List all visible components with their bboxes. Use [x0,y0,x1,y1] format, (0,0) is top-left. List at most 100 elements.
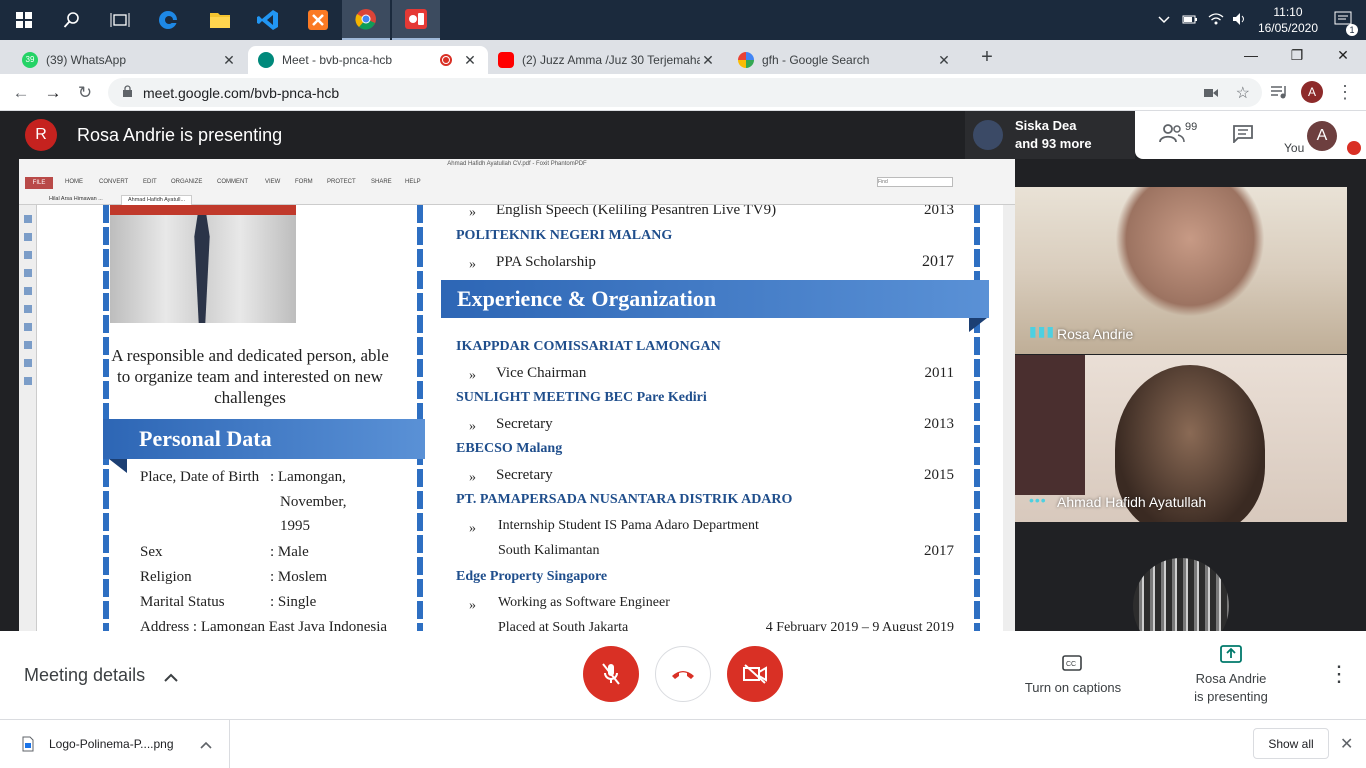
xampp-icon[interactable] [294,0,342,40]
chevron-right-icon: » [469,257,476,272]
cv-border-right [974,205,980,631]
captions-button[interactable]: Turn on captions [1010,679,1136,697]
chevron-right-icon: » [469,470,476,485]
windows-start-icon[interactable] [0,0,48,40]
pdf-menu-item[interactable]: HELP [405,179,421,185]
search-icon[interactable] [48,0,96,40]
pdf-tool-icon[interactable] [24,359,32,367]
clock[interactable]: 11:10 16/05/2020 [1258,4,1318,36]
lock-icon[interactable] [122,84,133,101]
tab-meet[interactable]: Meet - bvb-pnca-hcb ✕ [248,46,488,74]
leave-call-button[interactable] [655,646,711,702]
participants-preview[interactable]: Siska Dea and 93 more [965,111,1135,159]
participant-name: Siska Dea [1015,118,1077,133]
cv-role: Secretary [496,467,553,483]
more-vert-icon[interactable]: ⋮ [1336,82,1354,103]
file-explorer-icon[interactable] [196,0,244,40]
battery-icon[interactable] [1182,13,1198,28]
pdf-tool-icon[interactable] [24,323,32,331]
notification-center-icon[interactable]: 1 [1334,11,1358,36]
close-icon[interactable]: ✕ [1340,734,1353,754]
forward-button[interactable]: → [40,80,66,106]
pdf-tool-icon[interactable] [24,269,32,277]
participant-tile[interactable]: ••• Ahmad Hafidh Ayatullah [1015,355,1347,522]
chevron-up-icon[interactable] [200,736,212,754]
participant-tile[interactable] [1015,522,1347,631]
pdf-tool-icon[interactable] [24,305,32,313]
meet-stage: R Rosa Andrie is presenting Siska Dea an… [0,111,1366,631]
cv-role-line2: South Kalimantan [498,543,600,558]
close-tab-icon[interactable]: ✕ [700,52,716,69]
chat-icon[interactable] [1233,125,1253,148]
mic-toggle-button[interactable] [583,646,639,702]
captions-icon[interactable]: CC [1062,655,1082,676]
cv-year: 2013 [924,205,954,218]
present-screen-icon[interactable] [1220,645,1242,668]
pdf-menu-item[interactable]: SHARE [371,179,392,185]
cv-role: Internship Student IS Pama Adaro Departm… [498,518,759,533]
pdf-file-button[interactable]: FILE [25,177,53,189]
show-all-button[interactable]: Show all [1253,728,1329,759]
pdf-menu-item[interactable]: PROTECT [327,179,356,185]
pdf-tool-icon[interactable] [24,377,32,385]
pdf-tool-icon[interactable] [24,233,32,241]
camera-in-use-icon[interactable] [1203,85,1218,101]
pdf-menu-item[interactable]: ORGANIZE [171,179,202,185]
pdf-doc-tab[interactable]: Hilal Arsa Himawan ... [43,195,109,205]
notification-count-badge: 1 [1346,23,1358,36]
screen-recorder-icon[interactable] [392,0,440,40]
close-tab-icon[interactable]: ✕ [936,52,952,69]
pdf-tool-icon[interactable] [24,341,32,349]
presenting-status-button[interactable]: Rosa Andrie is presenting [1172,670,1290,706]
tab-google-search[interactable]: gfh - Google Search ✕ [728,46,962,74]
close-window-button[interactable]: ✕ [1320,40,1366,70]
minimize-window-button[interactable]: — [1228,40,1274,70]
pdf-scrollbar[interactable] [1003,205,1015,631]
pdf-menu-item[interactable]: COMMENT [217,179,248,185]
bookmark-star-icon[interactable]: ☆ [1236,83,1250,103]
cv-year: 2017 [922,253,954,270]
cv-year: 2017 [924,543,954,559]
download-item[interactable]: Logo-Polinema-P....png [0,720,230,768]
close-tab-icon[interactable]: ✕ [221,52,237,69]
pdf-menu-item[interactable]: HOME [65,179,83,185]
tab-title: (2) Juzz Amma /Juz 30 Terjemaha [522,53,700,67]
pdf-tool-icon[interactable] [24,251,32,259]
meeting-details-button[interactable]: Meeting details [24,665,178,687]
cv-year: 2015 [924,467,954,483]
tab-whatsapp[interactable]: 39 (39) WhatsApp ✕ [12,46,247,74]
cv-year: 4 February 2019 – 9 August 2019 [765,620,954,631]
chevron-up-icon[interactable] [1158,13,1170,27]
pdf-tool-icon[interactable] [24,287,32,295]
camera-toggle-button[interactable] [727,646,783,702]
wifi-icon[interactable] [1208,12,1224,29]
volume-icon[interactable] [1232,12,1248,29]
people-icon[interactable] [1159,123,1185,148]
pdf-menu-item[interactable]: FORM [295,179,313,185]
presenter-bar: R Rosa Andrie is presenting [0,111,1015,159]
pdf-tool-icon[interactable] [24,215,32,223]
reload-button[interactable]: ↻ [72,80,98,106]
pdf-find-input[interactable] [877,177,953,187]
back-button[interactable]: ← [8,80,34,106]
chrome-icon[interactable] [342,0,390,40]
cv-org: SUNLIGHT MEETING BEC Pare Kediri [456,390,707,405]
edge-browser-icon[interactable] [144,0,192,40]
pdf-doc-tab-active[interactable]: Ahmad Hafidh Ayatull... [121,195,193,205]
participant-tile[interactable]: ▮▮▮ Rosa Andrie [1015,187,1347,354]
close-tab-icon[interactable]: ✕ [462,52,478,69]
task-view-icon[interactable] [96,0,144,40]
vscode-icon[interactable] [244,0,292,40]
address-bar[interactable]: meet.google.com/bvb-pnca-hcb ☆ [108,78,1262,107]
more-options-icon[interactable]: ⋮ [1328,661,1350,687]
restore-window-button[interactable]: ❐ [1274,40,1320,70]
self-avatar[interactable]: A [1307,121,1337,151]
pdf-menu-item[interactable]: VIEW [265,179,280,185]
pdf-menu-item[interactable]: CONVERT [99,179,128,185]
pdf-menu-item[interactable]: EDIT [143,179,157,185]
profile-avatar[interactable]: A [1301,81,1323,103]
tab-youtube[interactable]: (2) Juzz Amma /Juz 30 Terjemaha ✕ [488,46,726,74]
svg-text:CC: CC [1066,661,1076,668]
new-tab-button[interactable]: + [976,46,998,68]
media-controls-icon[interactable] [1270,83,1288,106]
